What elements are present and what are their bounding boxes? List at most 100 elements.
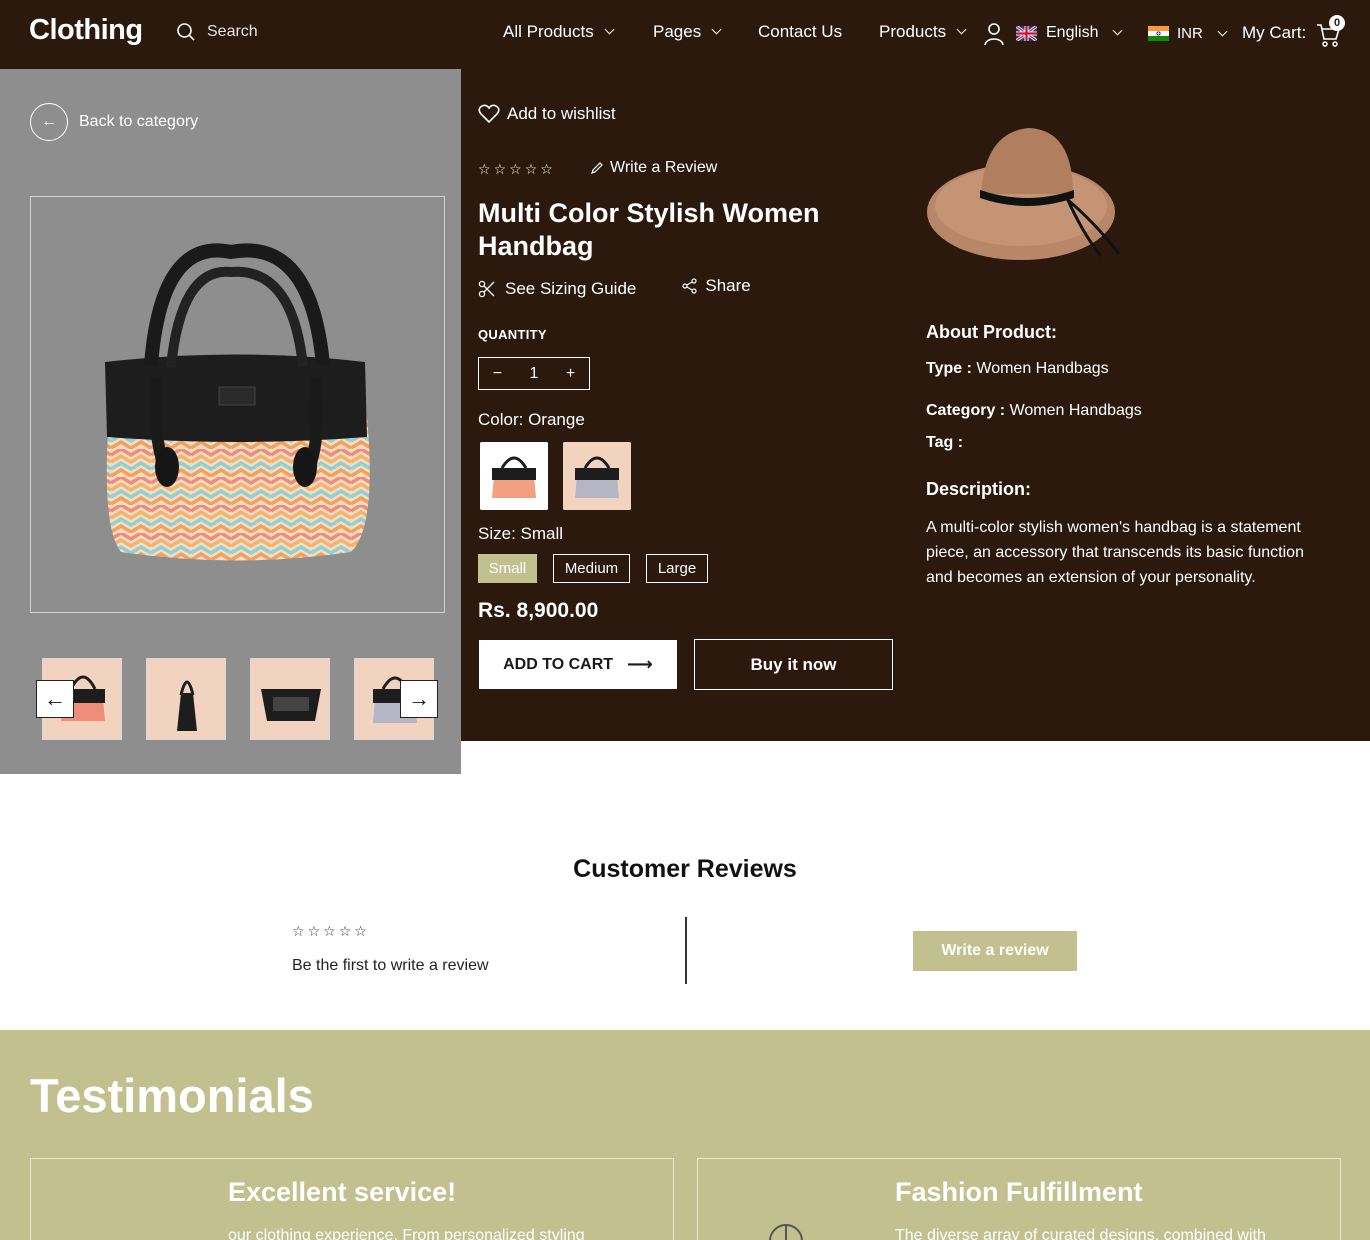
add-to-wishlist-button[interactable]: Add to wishlist — [478, 104, 616, 124]
type-label: Type : — [926, 360, 972, 377]
product-description: A multi-color stylish women's handbag is… — [926, 519, 1304, 586]
main-product-image[interactable] — [30, 196, 445, 613]
cart-label: My Cart: — [1242, 23, 1307, 42]
heart-icon — [478, 104, 500, 124]
search-box[interactable]: Search — [176, 22, 258, 42]
testimonial-text: our clothing experience. From personaliz… — [228, 1227, 585, 1240]
category-value[interactable]: Women Handbags — [1010, 402, 1142, 419]
testimonial-card: Fashion Fulfillment The diverse array of… — [697, 1158, 1341, 1240]
chevron-down-icon — [1217, 26, 1228, 36]
arrow-right-icon: ⟶ — [627, 654, 653, 674]
testimonial-title: Excellent service! — [228, 1177, 457, 1207]
quantity-label: QUANTITY — [478, 327, 547, 342]
rating-stars[interactable]: ☆ ☆ ☆ ☆ ☆ — [478, 161, 553, 178]
thumbnail-2[interactable] — [146, 658, 226, 740]
star-icon: ☆ — [292, 923, 305, 939]
thumbnail-3[interactable] — [250, 658, 330, 740]
thumbnail-image — [251, 659, 329, 739]
category-label: Category : — [926, 402, 1006, 419]
scissors-icon — [478, 280, 495, 298]
arrow-left-icon: ← — [30, 103, 68, 141]
quantity-decrease-button[interactable]: − — [493, 365, 502, 383]
chevron-down-icon — [1113, 25, 1123, 36]
pencil-icon — [591, 162, 603, 174]
tag-label: Tag : — [926, 434, 964, 451]
color-swatch-orange[interactable] — [480, 442, 548, 510]
nav-products[interactable]: Products — [879, 22, 967, 42]
no-reviews-text: Be the first to write a review — [292, 957, 489, 974]
type-value: Women Handbags — [976, 360, 1109, 377]
handbag-image — [105, 243, 370, 561]
reviews-divider — [685, 917, 687, 984]
size-option-small[interactable]: Small — [478, 554, 537, 583]
user-account-icon[interactable] — [983, 22, 1005, 46]
buy-it-now-button[interactable]: Buy it now — [694, 639, 893, 690]
testimonial-text: The diverse array of curated designs, co… — [895, 1227, 1266, 1240]
star-icon: ☆ — [540, 161, 553, 177]
nav-pages-label: Pages — [653, 22, 702, 41]
product-gallery: ← Back to category ← → — [0, 69, 461, 774]
cart-count-badge: 0 — [1329, 15, 1345, 31]
star-icon: ☆ — [509, 161, 522, 177]
quantity-stepper: − 1 + — [478, 357, 590, 390]
avatar-icon — [769, 1224, 803, 1240]
testimonial-card: Excellent service! our clothing experien… — [30, 1158, 674, 1240]
search-placeholder: Search — [207, 23, 258, 40]
swatch-image — [480, 442, 548, 510]
product-info-panel: Add to wishlist ☆ ☆ ☆ ☆ ☆ Write a Review… — [461, 69, 1370, 741]
write-a-review-button[interactable]: Write a review — [913, 931, 1077, 971]
nav-pages[interactable]: Pages — [653, 22, 722, 42]
share-label: Share — [705, 275, 751, 295]
star-icon: ☆ — [323, 923, 336, 939]
chevron-down-icon — [711, 24, 722, 35]
chevron-down-icon — [604, 24, 615, 35]
star-icon: ☆ — [307, 923, 321, 939]
language-label: English — [1046, 24, 1099, 41]
star-icon: ☆ — [338, 923, 352, 939]
sizing-guide-link[interactable]: See Sizing Guide — [478, 279, 636, 299]
cart-link[interactable]: My Cart: — [1242, 23, 1306, 43]
product-type: Type : Women Handbags — [926, 360, 1109, 378]
share-link[interactable]: Share — [682, 275, 751, 296]
gallery-next-button[interactable]: → — [400, 680, 438, 718]
nav-all-products[interactable]: All Products — [503, 22, 615, 42]
back-to-category-link[interactable]: ← Back to category — [30, 103, 198, 141]
description-heading: Description: — [926, 479, 1032, 499]
product-title: Multi Color Stylish Women Handbag — [478, 198, 820, 261]
search-icon — [177, 23, 195, 41]
currency-selector[interactable]: INR — [1148, 25, 1228, 42]
size-label: Size: Small — [478, 524, 564, 543]
quantity-increase-button[interactable]: + — [566, 365, 575, 383]
write-a-review-link[interactable]: Write a Review — [590, 159, 717, 177]
color-swatch-grey[interactable] — [563, 442, 631, 510]
product-price: Rs. 8,900.00 — [478, 599, 599, 622]
about-product-heading: About Product: — [926, 322, 1057, 342]
back-to-category-label: Back to category — [79, 113, 199, 130]
site-logo[interactable]: Clothing — [29, 14, 143, 47]
nav-contact-us[interactable]: Contact Us — [758, 22, 842, 42]
color-label: Color: Orange — [478, 410, 585, 429]
size-option-medium[interactable]: Medium — [553, 554, 630, 583]
nav-all-products-label: All Products — [503, 22, 594, 41]
india-flag-icon — [1148, 26, 1169, 41]
customer-reviews-heading: Customer Reviews — [573, 855, 797, 883]
quantity-value[interactable]: 1 — [530, 365, 539, 383]
product-links: See Sizing Guide Share — [478, 275, 751, 299]
testimonials-section: Testimonials Excellent service! our clot… — [0, 1030, 1370, 1240]
review-summary-stars: ☆ ☆ ☆ ☆ ☆ — [292, 923, 367, 940]
thumbnail-image — [147, 659, 225, 739]
add-to-cart-button[interactable]: ADD TO CART ⟶ — [479, 640, 677, 689]
gallery-prev-button[interactable]: ← — [36, 680, 74, 718]
nav-products-label: Products — [879, 22, 947, 41]
star-icon: ☆ — [524, 161, 538, 177]
chevron-down-icon — [956, 24, 967, 35]
star-icon: ☆ — [493, 161, 507, 177]
star-icon: ☆ — [478, 161, 491, 177]
size-option-large[interactable]: Large — [646, 554, 708, 583]
star-icon: ☆ — [354, 923, 367, 939]
language-selector[interactable]: English — [1016, 24, 1123, 42]
product-tag: Tag : — [926, 434, 963, 452]
add-to-cart-label: ADD TO CART — [503, 655, 614, 673]
currency-label: INR — [1177, 25, 1203, 42]
write-review-label: Write a Review — [610, 159, 718, 176]
